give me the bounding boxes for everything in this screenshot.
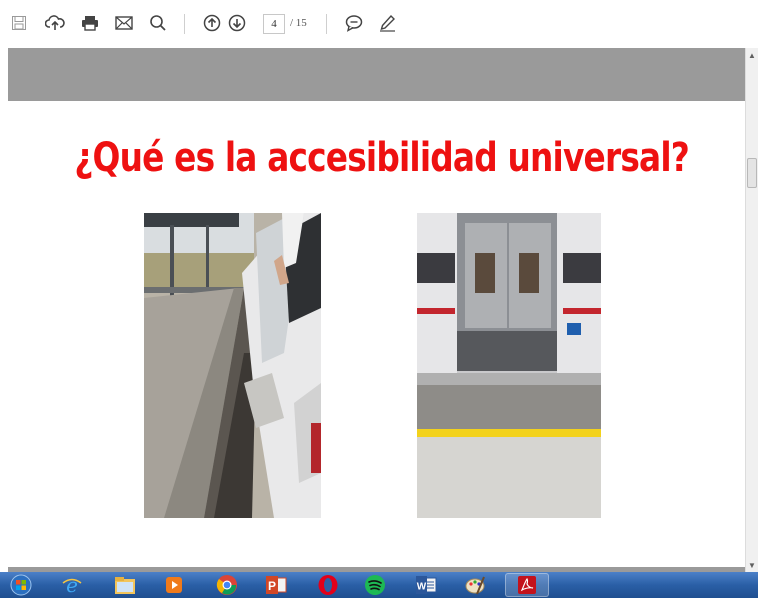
search-icon[interactable] — [147, 12, 169, 34]
powerpoint-icon[interactable]: P — [254, 573, 298, 597]
train-open-doors-photo — [417, 213, 601, 518]
train-platform-gap-photo — [144, 213, 321, 518]
scroll-down-arrow-icon[interactable]: ▼ — [746, 558, 758, 572]
print-icon[interactable] — [79, 12, 101, 34]
slide-title: ¿Qué es la accesibilidad universal? — [74, 135, 689, 181]
page-total: / 15 — [290, 17, 307, 29]
pen-icon[interactable] — [377, 12, 399, 34]
save-icon[interactable] — [8, 12, 30, 34]
document-viewport[interactable]: ¿Qué es la accesibilidad universal? — [8, 48, 745, 572]
file-explorer-icon[interactable] — [103, 573, 147, 597]
chrome-icon[interactable] — [205, 573, 249, 597]
upload-icon[interactable] — [44, 12, 66, 34]
svg-text:e: e — [66, 574, 78, 596]
opera-icon[interactable] — [306, 573, 350, 597]
acrobat-icon[interactable] — [505, 573, 549, 597]
paint-icon[interactable] — [453, 573, 497, 597]
page-number-input[interactable]: 4 — [263, 14, 285, 34]
pdf-page: ¿Qué es la accesibilidad universal? — [8, 101, 745, 567]
windows-taskbar: e P W — [0, 572, 758, 598]
scroll-up-arrow-icon[interactable]: ▲ — [746, 48, 758, 62]
comment-icon[interactable] — [343, 12, 365, 34]
arrow-up-icon[interactable] — [201, 12, 223, 34]
arrow-down-icon[interactable] — [226, 12, 248, 34]
start-orb-icon[interactable] — [4, 573, 38, 597]
svg-text:W: W — [417, 582, 427, 593]
email-icon[interactable] — [113, 12, 135, 34]
pdf-toolbar: 4 / 15 — [0, 0, 758, 48]
internet-explorer-icon[interactable]: e — [50, 573, 94, 597]
svg-text:P: P — [268, 579, 276, 593]
spotify-icon[interactable] — [353, 573, 397, 597]
word-icon[interactable]: W — [404, 573, 448, 597]
toolbar-separator — [184, 14, 185, 34]
scrollbar-thumb[interactable] — [747, 158, 757, 188]
media-player-icon[interactable] — [152, 573, 196, 597]
vertical-scrollbar[interactable]: ▲ ▼ — [745, 48, 758, 572]
toolbar-separator — [326, 14, 327, 34]
